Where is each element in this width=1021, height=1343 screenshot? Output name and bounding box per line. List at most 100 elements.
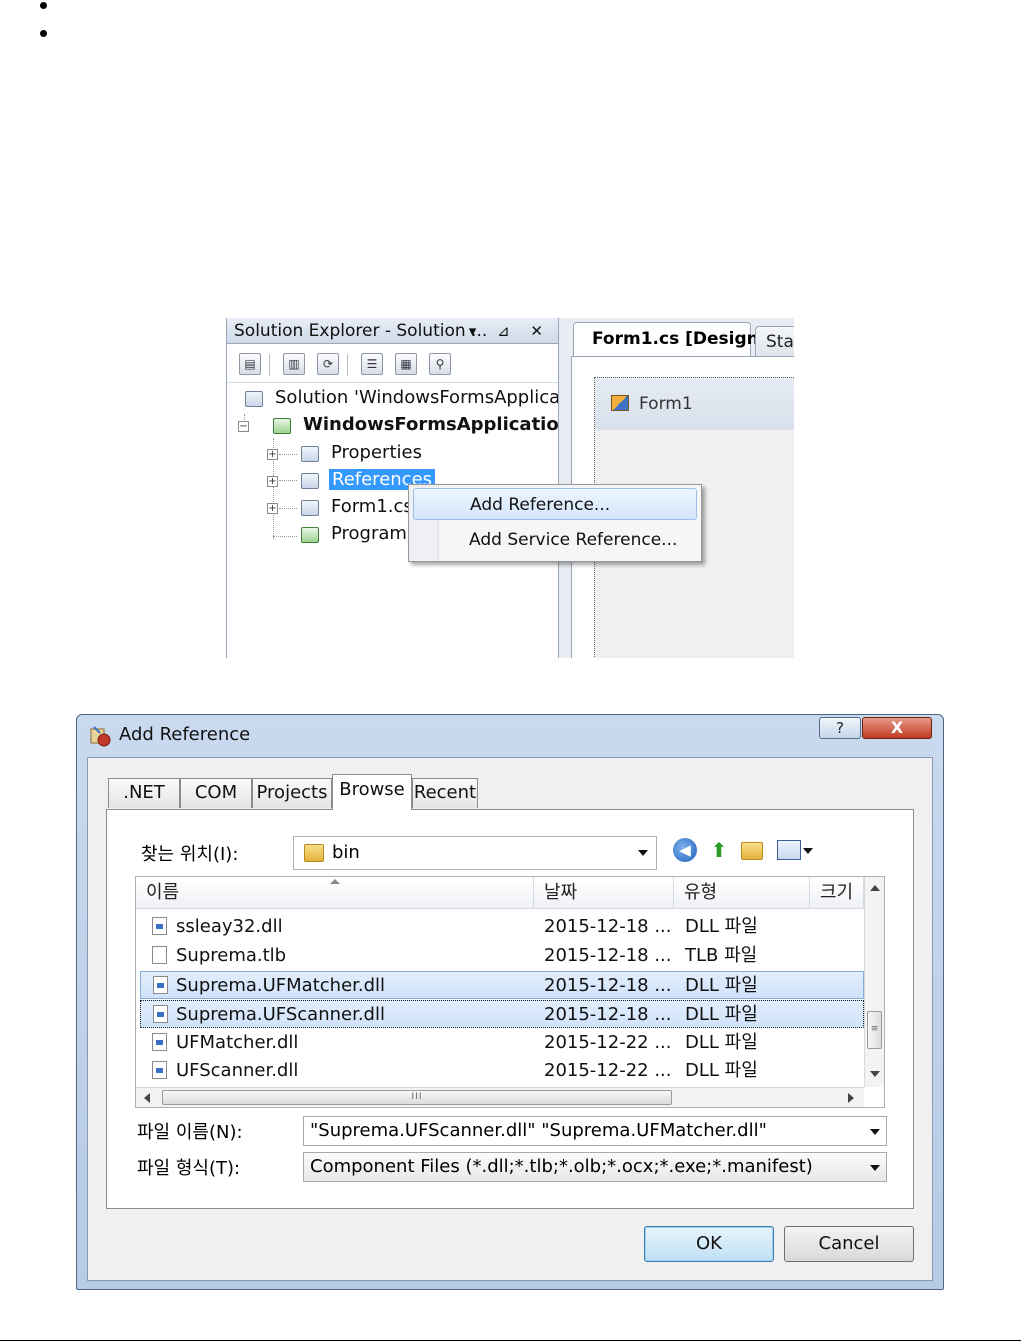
- chevron-down-icon: [638, 850, 648, 856]
- file-type: TLB 파일: [685, 945, 758, 966]
- file-type: DLL 파일: [685, 1032, 758, 1053]
- form-file-icon: [301, 500, 319, 516]
- dll-file-icon: [152, 1033, 167, 1051]
- file-type: DLL 파일: [685, 975, 758, 996]
- properties-toolbar-icon[interactable]: ▤: [239, 353, 261, 375]
- tab-form1-design[interactable]: Form1.cs [Design]: [573, 322, 767, 356]
- vertical-scroll-thumb[interactable]: ≡: [867, 1011, 882, 1049]
- collapse-project-icon[interactable]: −: [238, 421, 249, 432]
- browse-tab-page: 찾는 위치(I): bin ◀ ⬆ 이름 날짜 유형 크기 ssleay32.d…: [106, 809, 914, 1209]
- menu-item-add-service-reference[interactable]: Add Service Reference...: [413, 524, 697, 556]
- column-header-size[interactable]: 크기: [810, 877, 864, 909]
- tab-recent[interactable]: Recent: [412, 778, 478, 808]
- toolbar-separator: [269, 354, 270, 376]
- look-in-value: bin: [332, 842, 360, 863]
- ok-button[interactable]: OK: [644, 1226, 774, 1262]
- file-date: 2015-12-22 ...: [544, 1032, 672, 1053]
- tab-browse[interactable]: Browse: [332, 774, 412, 810]
- horizontal-scroll-thumb[interactable]: III: [162, 1090, 672, 1105]
- add-reference-dialog: Add Reference ? X .NET COM Projects Brow…: [76, 714, 944, 1290]
- views-menu-icon[interactable]: [777, 840, 801, 860]
- tree-item-project[interactable]: WindowsFormsApplication1: [271, 412, 584, 438]
- new-folder-icon[interactable]: [741, 842, 763, 860]
- file-date: 2015-12-22 ...: [544, 1060, 672, 1081]
- chevron-down-icon[interactable]: [870, 1165, 880, 1171]
- file-icon: [152, 946, 167, 964]
- scroll-right-icon[interactable]: [848, 1093, 854, 1103]
- file-row[interactable]: Suprema.tlb 2015-12-18 ... TLB 파일: [140, 942, 864, 970]
- file-row-focused[interactable]: Suprema.UFScanner.dll 2015-12-18 ... DLL…: [140, 1000, 864, 1028]
- tree-item-program[interactable]: Program.c: [299, 521, 423, 547]
- chevron-down-icon[interactable]: [870, 1129, 880, 1135]
- file-row[interactable]: UFMatcher.dll 2015-12-22 ... DLL 파일: [140, 1029, 864, 1057]
- class-diagram-icon[interactable]: ⚲: [429, 353, 451, 375]
- column-header-type[interactable]: 유형: [674, 877, 810, 909]
- tree-item-project-label: WindowsFormsApplication1: [303, 414, 585, 435]
- column-header-date[interactable]: 날짜: [534, 877, 674, 909]
- view-code-icon[interactable]: ☰: [361, 353, 383, 375]
- tree-item-properties[interactable]: Properties: [299, 440, 422, 466]
- expand-properties-icon[interactable]: +: [267, 449, 278, 460]
- form-title: Form1: [639, 394, 693, 414]
- dll-file-icon: [153, 976, 168, 994]
- dll-file-icon: [152, 1061, 167, 1079]
- file-list[interactable]: 이름 날짜 유형 크기 ssleay32.dll 2015-12-18 ... …: [135, 876, 885, 1108]
- cancel-button[interactable]: Cancel: [784, 1226, 914, 1262]
- file-date: 2015-12-18 ...: [544, 916, 672, 937]
- file-name: Suprema.UFMatcher.dll: [176, 975, 386, 996]
- bullet-1: [40, 2, 47, 9]
- look-in-combo[interactable]: bin: [293, 836, 657, 870]
- toolbar-separator: [347, 354, 348, 376]
- horizontal-scrollbar[interactable]: III: [136, 1087, 864, 1107]
- add-reference-icon: [90, 726, 111, 747]
- file-type: DLL 파일: [685, 1060, 758, 1081]
- csharp-project-icon: [273, 418, 291, 434]
- file-name-input[interactable]: "Suprema.UFScanner.dll" "Suprema.UFMatch…: [303, 1116, 887, 1146]
- file-row[interactable]: UFScanner.dll 2015-12-22 ... DLL 파일: [140, 1057, 864, 1085]
- bullet-2: [40, 30, 47, 37]
- page-bottom-rule: [0, 1340, 1021, 1341]
- back-icon[interactable]: ◀: [673, 838, 697, 862]
- solution-icon: [245, 391, 263, 407]
- menu-item-add-reference[interactable]: Add Reference...: [413, 488, 697, 520]
- view-designer-icon[interactable]: ▦: [395, 353, 417, 375]
- up-folder-icon[interactable]: ⬆: [707, 838, 731, 862]
- close-button[interactable]: X: [862, 717, 932, 739]
- tree-line: [279, 480, 297, 481]
- references-folder-icon: [301, 473, 319, 489]
- properties-folder-icon: [301, 446, 319, 462]
- dialog-client-area: .NET COM Projects Browse Recent 찾는 위치(I)…: [87, 757, 933, 1281]
- tree-item-solution-label: Solution 'WindowsFormsApplicatio: [275, 387, 584, 408]
- context-menu: Add Reference... Add Service Reference..…: [408, 484, 702, 562]
- form-titlebar: Form1: [595, 378, 794, 430]
- file-name: Suprema.tlb: [176, 945, 287, 966]
- expand-form1-icon[interactable]: +: [267, 503, 278, 514]
- tab-projects[interactable]: Projects: [252, 778, 332, 808]
- solution-explorer-titlebar: Solution Explorer - Solution ... ▾ ⊿ ✕: [227, 318, 559, 344]
- views-chevron-down-icon[interactable]: [803, 848, 813, 854]
- csharp-file-icon: [301, 527, 319, 543]
- file-date: 2015-12-18 ...: [544, 975, 672, 996]
- tab-dotnet[interactable]: .NET: [108, 778, 180, 808]
- tree-item-form1[interactable]: Form1.cs: [299, 494, 413, 520]
- help-button[interactable]: ?: [819, 717, 861, 739]
- solution-explorer-title: Solution Explorer - Solution ...: [234, 321, 488, 341]
- scroll-down-icon[interactable]: [870, 1071, 880, 1077]
- tab-start-page[interactable]: Star: [755, 326, 794, 356]
- file-type-select[interactable]: Component Files (*.dll;*.tlb;*.olb;*.ocx…: [303, 1152, 887, 1182]
- vertical-scrollbar[interactable]: ≡: [864, 877, 884, 1087]
- file-row-selected[interactable]: Suprema.UFMatcher.dll 2015-12-18 ... DLL…: [140, 971, 864, 999]
- scroll-left-icon[interactable]: [144, 1093, 150, 1103]
- expand-references-icon[interactable]: +: [267, 476, 278, 487]
- scroll-up-icon[interactable]: [870, 885, 880, 891]
- file-name: UFMatcher.dll: [176, 1032, 299, 1053]
- tree-item-solution[interactable]: Solution 'WindowsFormsApplicatio: [243, 385, 583, 411]
- window-controls-icon[interactable]: ▾ ⊿ ✕: [469, 318, 551, 344]
- form-icon: [611, 395, 629, 411]
- file-name: Suprema.UFScanner.dll: [176, 1004, 385, 1025]
- tab-com[interactable]: COM: [180, 778, 252, 808]
- file-row[interactable]: ssleay32.dll 2015-12-18 ... DLL 파일: [140, 913, 864, 941]
- show-all-files-icon[interactable]: ▥: [283, 353, 305, 375]
- file-type: DLL 파일: [685, 1004, 758, 1025]
- refresh-icon[interactable]: ⟳: [317, 353, 339, 375]
